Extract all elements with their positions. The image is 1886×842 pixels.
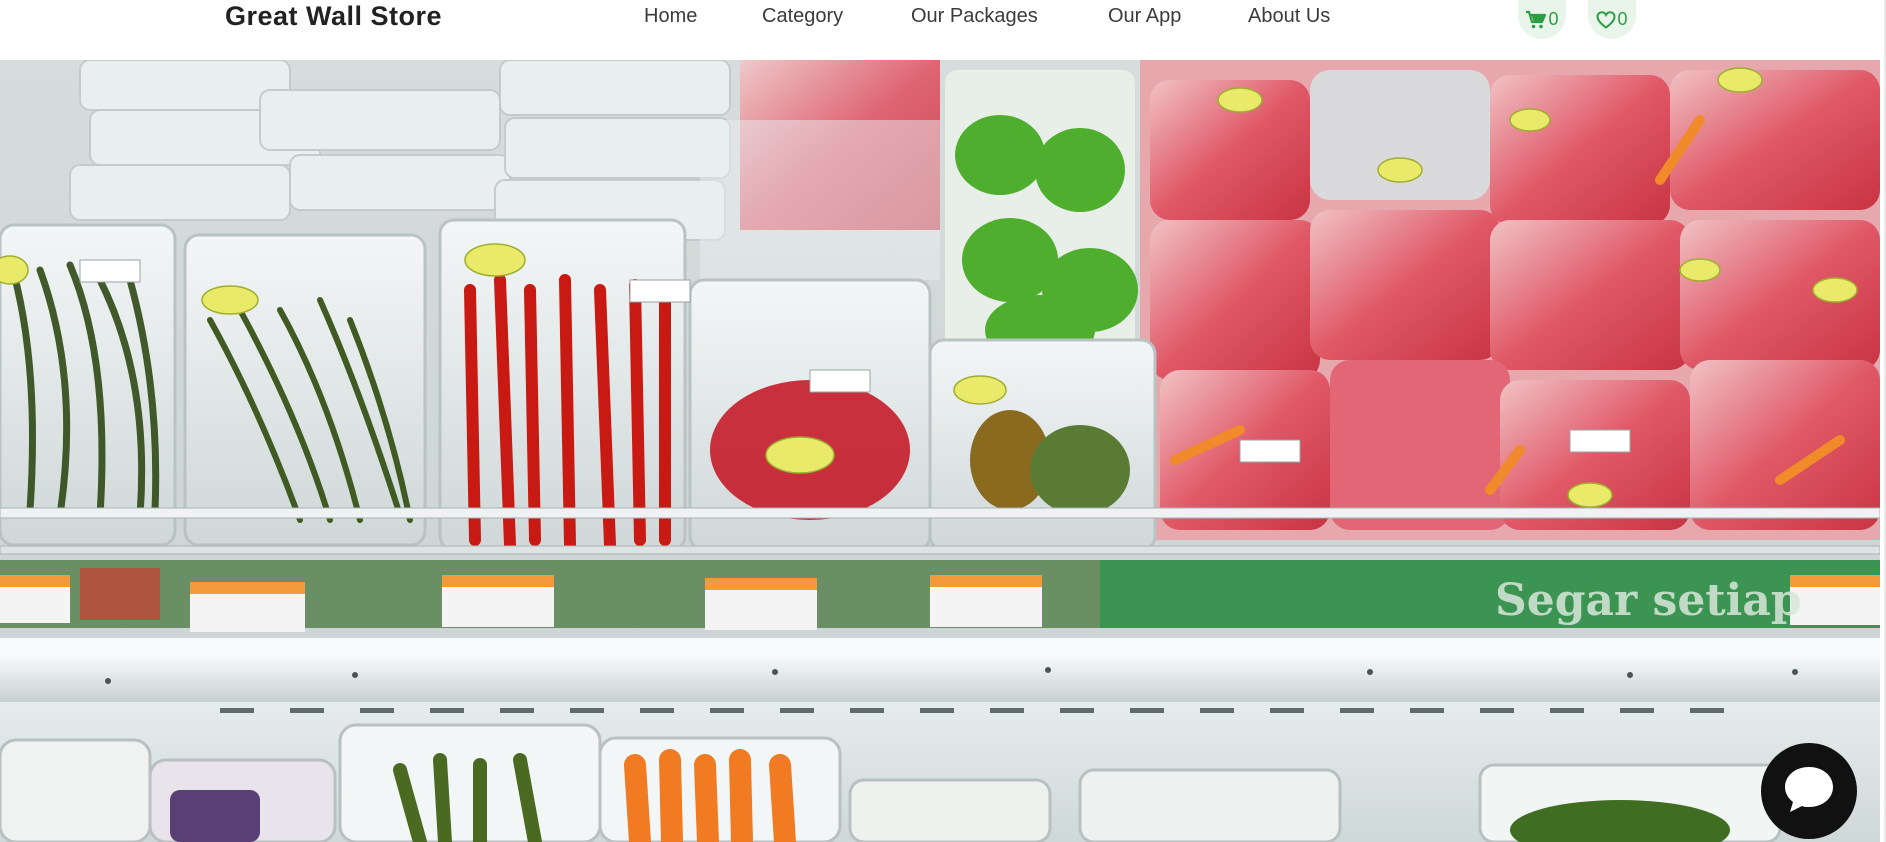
site-header: Great Wall Store Home Category Our Packa… (0, 0, 1884, 60)
nav-category[interactable]: Category (762, 5, 843, 28)
cart-button[interactable]: 0 (1518, 0, 1566, 39)
nav-home[interactable]: Home (644, 5, 697, 28)
chat-bubble-icon (1782, 764, 1836, 819)
cart-icon (1525, 10, 1548, 30)
chat-button[interactable] (1761, 743, 1857, 839)
nav-our-packages[interactable]: Our Packages (911, 5, 1038, 28)
nav-our-app[interactable]: Our App (1108, 5, 1181, 28)
brand-logo[interactable]: Great Wall Store (225, 1, 442, 32)
cart-count: 0 (1548, 9, 1559, 29)
wishlist-button[interactable]: 0 (1588, 0, 1636, 39)
nav-about-us[interactable]: About Us (1248, 5, 1330, 28)
heart-icon (1596, 10, 1617, 29)
wishlist-count: 0 (1617, 9, 1628, 29)
shelf-banner-text: Segar setiap (1495, 575, 1802, 626)
hero-image: Segar setiap (0, 60, 1880, 842)
